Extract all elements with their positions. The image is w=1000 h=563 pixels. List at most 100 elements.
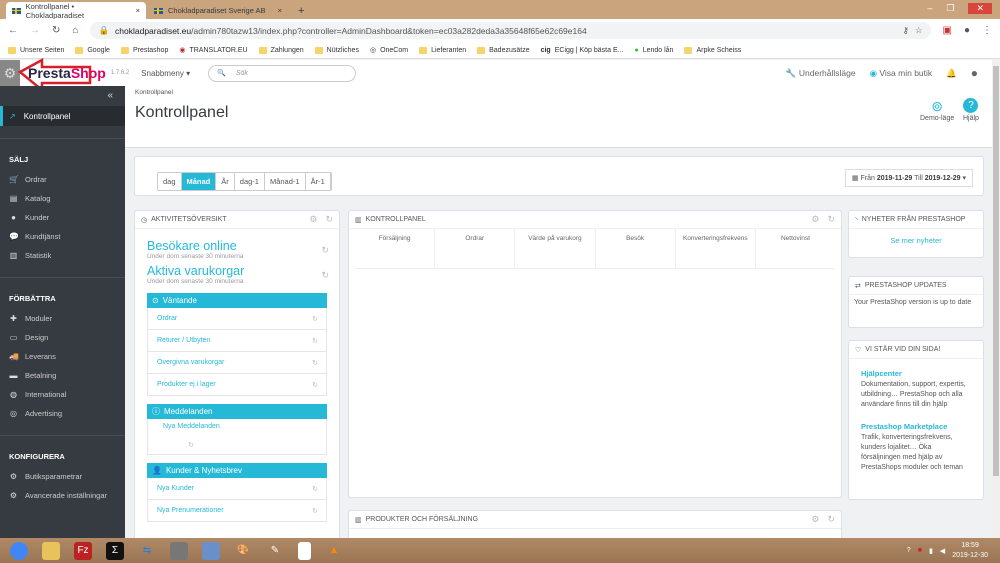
- kpi-column[interactable]: Försäljning: [355, 229, 436, 268]
- view-shop-link[interactable]: ◉ Visa min butik: [870, 68, 933, 79]
- url-input[interactable]: 🔒 chokladparadiset.eu/admin780tazw13/inde…: [90, 22, 931, 39]
- kpi-column[interactable]: Besök: [596, 229, 676, 268]
- refresh-icon[interactable]: ↻: [312, 485, 318, 493]
- explorer-icon[interactable]: [42, 541, 60, 560]
- tab-chokladparadiset[interactable]: Chokladparadiset Sverige AB ×: [148, 2, 288, 19]
- bookmark[interactable]: Zahlungen: [258, 46, 304, 54]
- forward-icon[interactable]: →: [30, 25, 40, 36]
- period-button-2[interactable]: År: [216, 173, 235, 190]
- configure-icon[interactable]: ⚙: [811, 514, 819, 525]
- bookmark[interactable]: ◉ TRANSLATOR.EU: [179, 46, 247, 55]
- sidebar-item-advertising[interactable]: ◎ Advertising: [0, 404, 125, 423]
- filezilla-icon[interactable]: Fz: [74, 541, 92, 560]
- visitors-online-link[interactable]: Besökare online: [135, 239, 339, 253]
- app-icon[interactable]: [170, 541, 188, 560]
- configure-icon[interactable]: ⚙: [309, 214, 317, 225]
- help-center-link[interactable]: Hjälpcenter: [861, 369, 902, 378]
- back-icon[interactable]: ←: [8, 25, 18, 36]
- list-item[interactable]: Nya Prenumerationer ↻: [147, 500, 327, 522]
- bookmark[interactable]: Prestashop: [120, 46, 168, 54]
- key-icon[interactable]: ⚷: [903, 25, 909, 36]
- home-icon[interactable]: ⌂: [72, 25, 78, 36]
- refresh-icon[interactable]: ↻: [827, 214, 835, 225]
- refresh-icon[interactable]: ↻: [321, 245, 329, 256]
- refresh-icon[interactable]: ↻: [325, 214, 333, 225]
- chrome-icon[interactable]: [10, 541, 28, 560]
- teamviewer-icon[interactable]: ⇆: [138, 542, 156, 560]
- kpi-column[interactable]: Värde på varukorg: [515, 229, 596, 268]
- kpi-column[interactable]: Nettovinst: [756, 229, 835, 268]
- quick-menu-dropdown[interactable]: Snabbmeny ▾: [141, 69, 190, 78]
- list-item[interactable]: Nya Meddelanden ↻: [147, 419, 327, 455]
- refresh-icon[interactable]: ↻: [827, 514, 835, 525]
- configure-icon[interactable]: ⚙: [811, 214, 819, 225]
- bookmark[interactable]: Google: [75, 46, 110, 54]
- sidebar-item-kundtj-nst[interactable]: 💬 Kundtjänst: [0, 227, 125, 246]
- app-icon[interactable]: ✎: [266, 542, 284, 560]
- list-item[interactable]: Produkter ej i lager ↻: [147, 374, 327, 396]
- refresh-icon[interactable]: ↻: [312, 359, 318, 367]
- refresh-icon[interactable]: ↻: [321, 270, 329, 281]
- close-tab-icon[interactable]: ×: [278, 6, 282, 15]
- bookmark[interactable]: Badezusätze: [477, 46, 530, 54]
- more-news-link[interactable]: Se mer nyheter: [849, 229, 983, 245]
- list-item[interactable]: Övergivna varukorgar ↻: [147, 352, 327, 374]
- bookmark[interactable]: ● Lendo lån: [634, 47, 673, 54]
- sidebar-item-betalning[interactable]: ▬ Betalning: [0, 366, 125, 385]
- sidebar-item-kunder[interactable]: ● Kunder: [0, 208, 125, 227]
- breadcrumb[interactable]: Kontrollpanel: [135, 89, 173, 96]
- list-item[interactable]: Nya Kunder ↻: [147, 478, 327, 500]
- bell-icon[interactable]: 🔔: [946, 68, 957, 79]
- sidebar-item-katalog[interactable]: ▤ Katalog: [0, 189, 125, 208]
- sidebar-item-design[interactable]: ▭ Design: [0, 328, 125, 347]
- period-button-4[interactable]: Månad-1: [265, 173, 306, 190]
- marketplace-link[interactable]: Prestashop Marketplace: [861, 422, 947, 431]
- menu-icon[interactable]: ⋮: [982, 25, 992, 36]
- profile-icon[interactable]: ●: [964, 25, 970, 36]
- sidebar-item-international[interactable]: ◍ International: [0, 385, 125, 404]
- star-icon[interactable]: ☆: [915, 25, 923, 36]
- bookmark[interactable]: cig ECigg | Köp bästa E...: [541, 47, 624, 54]
- sidebar-item-kontrollpanel[interactable]: ↗ Kontrollpanel: [0, 106, 125, 126]
- kpi-column[interactable]: Ordrar: [435, 229, 516, 268]
- refresh-icon[interactable]: ↻: [312, 381, 318, 389]
- sidebar-item-butiksparametrar[interactable]: ⚙ Butiksparametrar: [0, 467, 125, 486]
- sidebar-item-ordrar[interactable]: 🛒 Ordrar: [0, 170, 125, 189]
- refresh-icon[interactable]: ↻: [312, 337, 318, 345]
- clock[interactable]: 18:59 2019-12-30: [952, 541, 988, 561]
- new-tab-button[interactable]: +: [292, 2, 310, 19]
- bookmark[interactable]: Unsere Seiten: [8, 46, 64, 54]
- paint-icon[interactable]: 🎨: [234, 542, 252, 560]
- app-icon[interactable]: Σ: [106, 541, 124, 560]
- bookmark[interactable]: Lieferanten: [419, 46, 466, 54]
- reload-icon[interactable]: ↻: [52, 25, 60, 36]
- bookmark[interactable]: Nützliches: [314, 46, 359, 54]
- period-button-0[interactable]: dag: [158, 173, 182, 190]
- document-icon[interactable]: [298, 541, 311, 560]
- calculator-icon[interactable]: [202, 541, 220, 560]
- sidebar-item-leverans[interactable]: 🚚 Leverans: [0, 347, 125, 366]
- account-icon[interactable]: ●: [971, 66, 978, 80]
- kpi-column[interactable]: Konverteringsfrekvens: [676, 229, 756, 268]
- active-carts-link[interactable]: Aktiva varukorgar: [135, 264, 339, 278]
- sidebar-item-statistik[interactable]: ▥ Statistik: [0, 246, 125, 265]
- bookmark[interactable]: ◎ OneCom: [370, 46, 408, 55]
- maintenance-link[interactable]: 🔧 Underhållsläge: [786, 68, 856, 79]
- scrollbar[interactable]: [992, 60, 1000, 538]
- demo-mode-toggle[interactable]: ⊚ Demo-läge: [920, 98, 954, 122]
- list-item[interactable]: Returer / Utbyten ↻: [147, 330, 327, 352]
- bookmark[interactable]: Arpke Scheiss: [684, 46, 741, 54]
- list-item[interactable]: Ordrar ↻: [147, 308, 327, 330]
- collapse-sidebar-button[interactable]: «: [0, 86, 125, 106]
- tab-kontrollpanel[interactable]: Kontrollpanel • Chokladparadiset ×: [6, 2, 146, 20]
- sidebar-item-avancerade-inst-llningar[interactable]: ⚙ Avancerade inställningar: [0, 486, 125, 505]
- close-tab-icon[interactable]: ×: [136, 6, 140, 15]
- refresh-icon[interactable]: ↻: [312, 507, 318, 515]
- vlc-icon[interactable]: ▲: [325, 542, 343, 560]
- date-range-picker[interactable]: ▦ Från 2019-11-29 Till 2019-12-29 ▾: [844, 169, 973, 187]
- search-input[interactable]: 🔍 Sök: [208, 64, 357, 82]
- period-button-5[interactable]: År-1: [306, 173, 331, 190]
- extension-icon[interactable]: ▣: [943, 25, 952, 36]
- help-button[interactable]: ? Hjälp: [963, 98, 979, 122]
- window-controls[interactable]: – ❐ ✕: [927, 3, 992, 14]
